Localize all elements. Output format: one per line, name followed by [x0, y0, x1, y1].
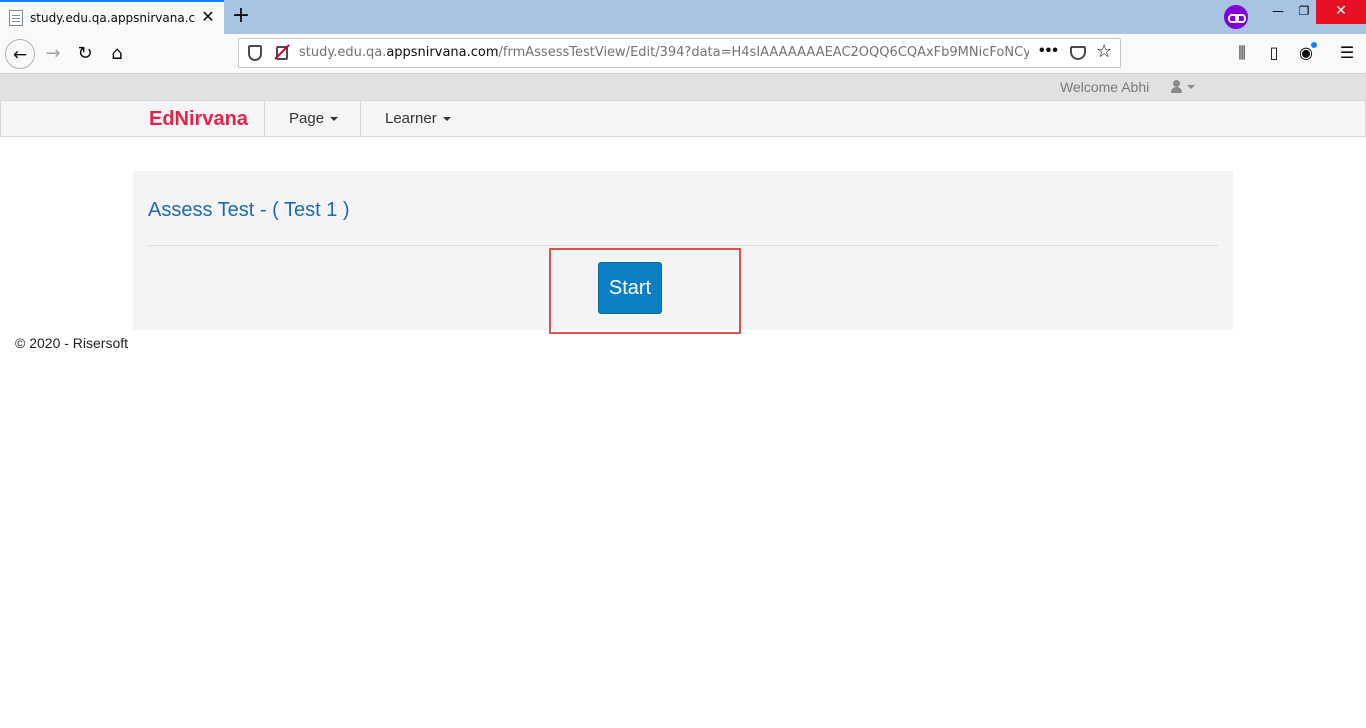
tab-close-icon[interactable]: ✕ — [200, 9, 216, 25]
nav-dropdown-learner[interactable]: Learner — [385, 110, 451, 127]
star-icon[interactable]: ☆ — [1096, 41, 1112, 62]
private-browsing-icon — [1224, 5, 1248, 29]
caret-down-icon — [330, 117, 339, 122]
back-arrow-icon[interactable]: ← — [5, 39, 35, 69]
nav-divider — [264, 101, 265, 136]
page-title: Assess Test - ( Test 1 ) — [148, 199, 350, 221]
page-favicon-icon — [9, 10, 23, 26]
nav-dropdown-page[interactable]: Page — [289, 110, 339, 127]
library-icon[interactable]: ⫼ — [1228, 39, 1256, 67]
more-actions-icon[interactable]: ••• — [1039, 42, 1059, 60]
divider — [148, 245, 1218, 246]
footer-copyright: © 2020 - Risersoft — [15, 335, 129, 351]
browser-tab-bar: study.edu.qa.appsnirvana.com/frmAssessTe… — [0, 0, 1366, 34]
insecure-lock-icon[interactable] — [276, 46, 288, 60]
top-user-strip: Welcome Abhi — [0, 74, 1366, 100]
brand-logo[interactable]: EdNirvana — [149, 108, 248, 131]
browser-toolbar: ← → ↻ ⌂ study.edu.qa.appsnirvana.com/frm… — [0, 34, 1366, 74]
pocket-icon[interactable] — [1070, 46, 1086, 60]
sidebar-icon[interactable]: ▯ — [1260, 39, 1288, 67]
app-navbar: EdNirvana Page Learner — [0, 100, 1366, 137]
reload-icon[interactable]: ↻ — [70, 39, 100, 69]
user-icon — [1173, 80, 1180, 87]
highlight-box — [549, 248, 741, 334]
close-window-button[interactable]: ✕ — [1316, 0, 1366, 24]
user-menu-dropdown[interactable] — [1170, 78, 1198, 96]
tab-title: study.edu.qa.appsnirvana.com/frmAssessTe… — [30, 11, 196, 25]
caret-down-icon — [442, 117, 451, 122]
hamburger-menu-icon[interactable]: ☰ — [1333, 39, 1361, 67]
forward-arrow-icon[interactable]: → — [38, 39, 68, 69]
nav-divider — [360, 101, 361, 136]
welcome-text: Welcome Abhi — [1060, 79, 1150, 95]
shield-icon[interactable] — [248, 45, 262, 61]
browser-tab[interactable]: study.edu.qa.appsnirvana.com/frmAssessTe… — [0, 0, 224, 34]
address-bar[interactable]: study.edu.qa.appsnirvana.com/frmAssessTe… — [238, 38, 1121, 68]
account-icon[interactable]: ◉ — [1292, 39, 1320, 67]
new-tab-button[interactable]: + — [229, 4, 253, 28]
caret-down-icon — [1187, 85, 1195, 89]
home-icon[interactable]: ⌂ — [102, 39, 132, 69]
url-text[interactable]: study.edu.qa.appsnirvana.com/frmAssessTe… — [299, 45, 1029, 60]
